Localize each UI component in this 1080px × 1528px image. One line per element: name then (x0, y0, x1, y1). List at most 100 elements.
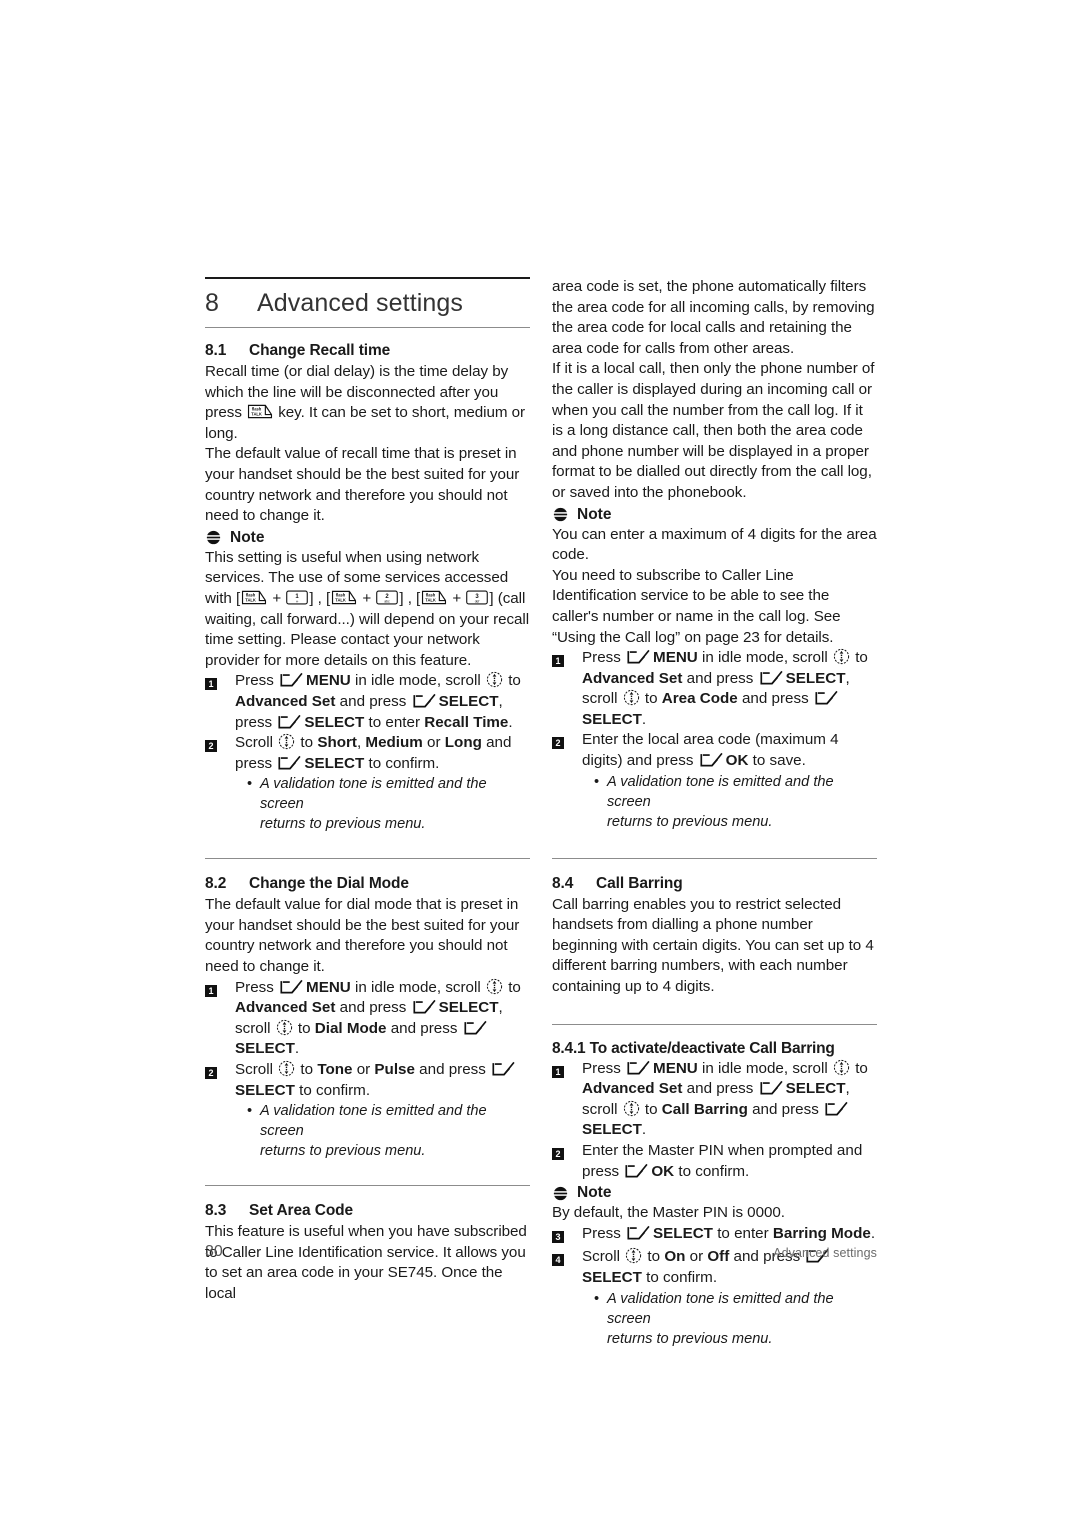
right-column: area code is set, the phone automaticall… (552, 277, 877, 1349)
scroll-up-down-icon (276, 1019, 293, 1036)
list-item: A validation tone is emitted and the scr… (247, 1101, 530, 1161)
text-run: . (641, 1121, 647, 1139)
scroll-up-down-icon (486, 671, 503, 688)
section-number: 8.1 (205, 342, 227, 359)
option-name: On (664, 1248, 686, 1266)
step-item: 1 Press MENU in idle mode, scroll to Adv… (552, 1059, 877, 1141)
step-number-badge: 2 (205, 740, 217, 753)
text-run: and press (335, 999, 411, 1017)
paragraph-recall-intro: Recall time (or dial delay) is the time … (205, 362, 530, 444)
section-title: Change Recall time (249, 342, 391, 359)
bullet-validation-tone: A validation tone is emitted and the scr… (552, 1289, 877, 1349)
text-run: to (640, 1100, 662, 1118)
section-divider (552, 857, 877, 859)
select-label: SELECT (235, 1040, 295, 1058)
section-title: Change the Dial Mode (249, 875, 409, 893)
option-name: Pulse (374, 1061, 415, 1079)
step-item: 2 Enter the Master PIN when prompted and… (552, 1141, 877, 1182)
menu-item-name: Recall Time (424, 713, 509, 731)
note-icon (552, 506, 569, 523)
softkey-icon (279, 978, 305, 995)
text-run: and press (747, 1100, 824, 1118)
step-number-badge: 1 (205, 984, 217, 997)
section-divider (205, 858, 530, 860)
scroll-up-down-icon (486, 978, 503, 995)
menu-item-name: Advanced Set (582, 1080, 683, 1098)
text-run: to enter (712, 1224, 773, 1242)
menu-item-name: Barring Mode (772, 1224, 871, 1242)
select-label: SELECT (304, 713, 365, 731)
select-label: SELECT (438, 999, 499, 1017)
step-number-badge: 2 (552, 1147, 564, 1160)
chapter-heading: 8 Advanced settings (205, 289, 530, 318)
section-title: Call Barring (596, 874, 683, 892)
step-number: 1 (205, 671, 235, 695)
select-label: SELECT (582, 1121, 642, 1139)
step-number: 3 (552, 1224, 582, 1248)
section-heading-8-3: 8.3 Set Area Code (205, 1202, 530, 1220)
text-run: returns to previous menu. (607, 813, 773, 830)
text-run: Scroll (235, 1061, 278, 1079)
section-heading-8-1: 8.1 Change Recall time (205, 342, 530, 360)
softkey-icon (626, 648, 652, 665)
text-run: returns to previous menu. (260, 1143, 426, 1160)
text-run: and press (386, 1019, 462, 1037)
select-label: SELECT (653, 1224, 713, 1242)
step-number: 2 (552, 1141, 582, 1165)
list-item: A validation tone is emitted and the scr… (594, 1289, 877, 1349)
text-run: . (294, 1040, 300, 1058)
section-heading-8-2: 8.2 Change the Dial Mode (205, 875, 530, 893)
step-number: 1 (552, 1059, 582, 1083)
menu-item-name: Advanced Set (235, 692, 336, 710)
two-column-body: 8 Advanced settings 8.1 Change Recall ti… (205, 277, 877, 1349)
steps-area-code: 1 Press MENU in idle mode, scroll to Adv… (552, 648, 877, 772)
softkey-icon (277, 754, 303, 771)
option-name: Off (707, 1248, 730, 1266)
step-item: 2 Scroll to Tone or Pulse and press SELE… (205, 1060, 530, 1101)
text-run: . (870, 1224, 876, 1242)
step-item: 2 Scroll to Short, Medium or Long and pr… (205, 733, 530, 774)
paragraph-call-barring-intro: Call barring enables you to restrict sel… (552, 895, 874, 996)
paragraph-recall-default: The default value of recall time that is… (205, 445, 520, 525)
softkey-icon (412, 998, 438, 1015)
text-run: to (850, 649, 868, 667)
text-run: to confirm. (641, 1268, 718, 1286)
softkey-icon (699, 751, 725, 768)
text-run: and press (682, 669, 758, 687)
steps-dial-mode: 1 Press MENU in idle mode, scroll to Adv… (205, 978, 530, 1102)
scroll-up-down-icon (625, 1247, 642, 1264)
step-number-badge: 4 (552, 1254, 564, 1267)
list-item: A validation tone is emitted and the scr… (594, 772, 877, 832)
text-run: . (641, 710, 647, 728)
option-name: Medium (365, 734, 423, 752)
step-text: Enter the local area code (maximum 4 dig… (582, 730, 877, 771)
scroll-up-down-icon (623, 689, 640, 706)
step-text: Press MENU in idle mode, scroll to Advan… (582, 1059, 877, 1141)
text-run: or (685, 1248, 708, 1266)
scroll-up-down-icon (833, 1059, 850, 1076)
step-number: 2 (205, 1060, 235, 1084)
step-number-badge: 2 (205, 1067, 217, 1080)
running-head: Advanced settings (773, 1246, 877, 1260)
step-item: 1 Press MENU in idle mode, scroll to Adv… (552, 648, 877, 730)
text-run: to confirm. (364, 754, 440, 772)
step-number-badge: 2 (552, 737, 564, 750)
step-text: Press MENU in idle mode, scroll to Advan… (235, 978, 530, 1060)
step-number: 4 (552, 1247, 582, 1271)
step-text: Press MENU in idle mode, scroll to Advan… (582, 648, 877, 730)
softkey-icon (463, 1019, 489, 1036)
scroll-up-down-icon (623, 1100, 640, 1117)
text-run: to enter (364, 713, 425, 731)
text-run: A validation tone is emitted and the scr… (607, 773, 834, 810)
softkey-icon (626, 1059, 652, 1076)
chapter-title: Advanced settings (257, 289, 463, 317)
note-heading: Note (552, 1184, 877, 1202)
step-number-badge: 1 (552, 1065, 564, 1078)
text-run: in idle mode, scroll (697, 1059, 832, 1077)
softkey-icon (412, 692, 438, 709)
note-label: Note (230, 528, 265, 546)
note-icon (205, 529, 222, 546)
text-run: returns to previous menu. (260, 816, 426, 833)
ok-label: OK (725, 752, 749, 770)
select-label: SELECT (582, 1268, 642, 1286)
